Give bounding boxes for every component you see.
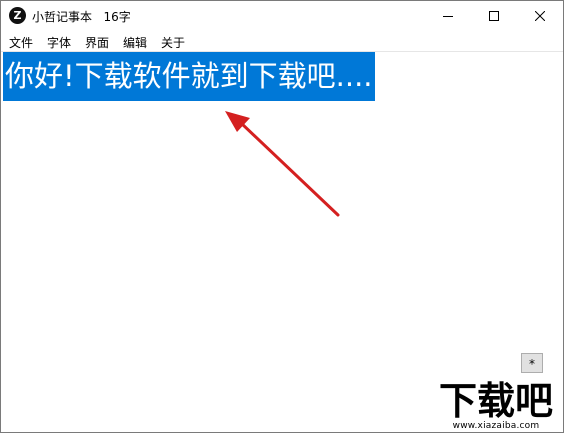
app-window: Z 小哲记事本 16字 文件 字体 界面 编辑 关于 你好!下载软件就到下载吧.…: [0, 0, 564, 433]
watermark-logo-text: 下载吧: [439, 379, 553, 421]
watermark: 下载吧 www.xiazaiba.com: [429, 377, 563, 432]
annotation-arrow: [225, 111, 340, 217]
watermark-url: www.xiazaiba.com: [452, 421, 540, 431]
watermark-logo: 下载吧: [439, 379, 553, 421]
star-button[interactable]: *: [521, 353, 543, 373]
